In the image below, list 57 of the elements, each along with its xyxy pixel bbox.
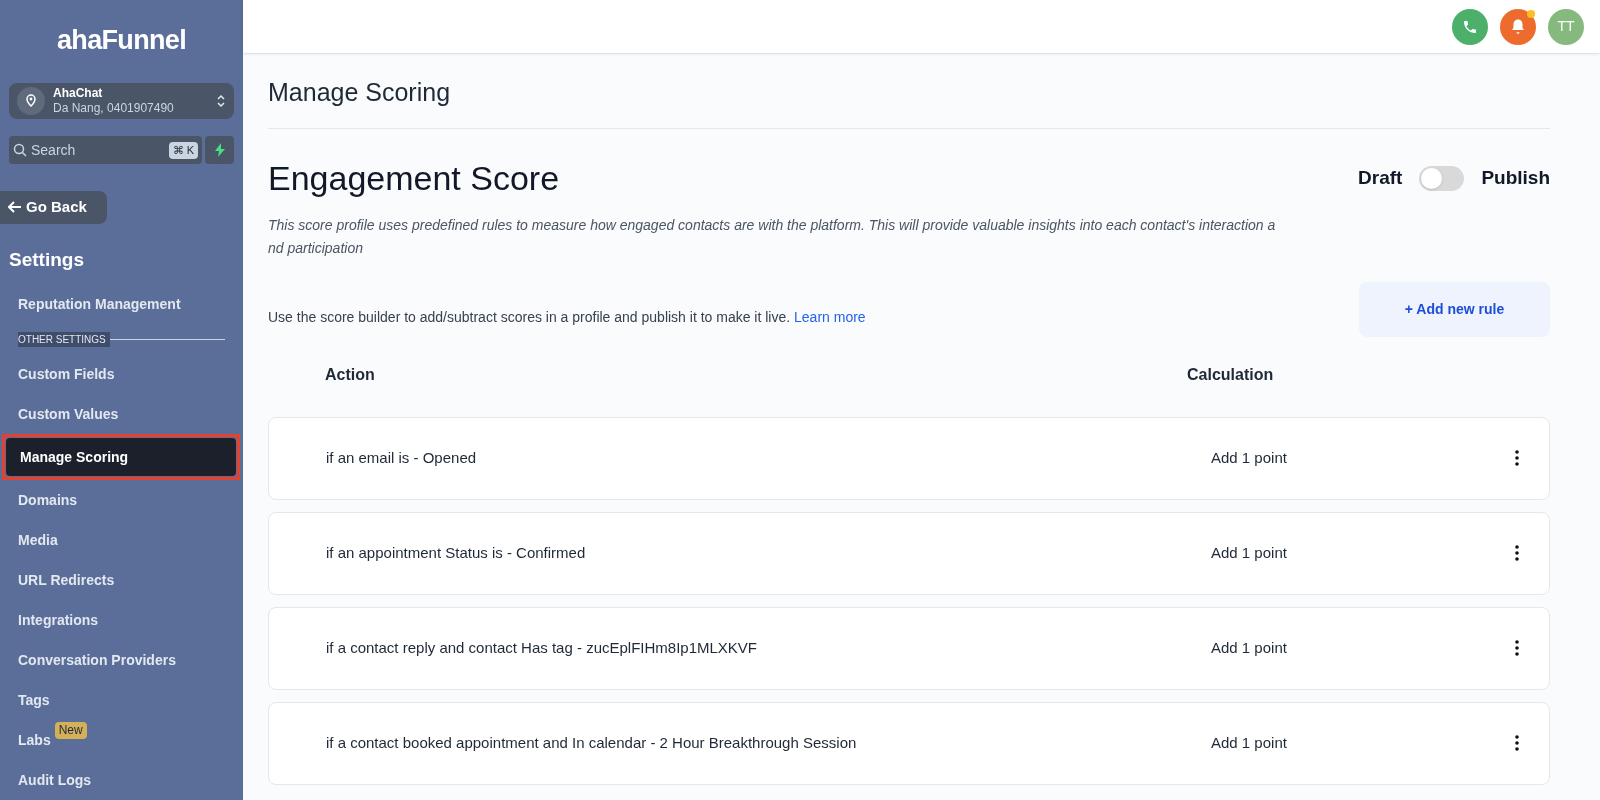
shortcut-hint: ⌘ K — [168, 142, 198, 159]
sidebar-item[interactable]: Custom Fields — [0, 354, 243, 394]
logo: ahaFunnel — [57, 24, 186, 57]
vertical-dots-icon — [1515, 545, 1519, 561]
sidebar-item[interactable]: Media — [0, 520, 243, 560]
phone-button[interactable] — [1452, 8, 1488, 45]
description: This score profile uses predefined rules to measure how engaged contacts are with the platform. This will provide valuable insights into each contact's interaction and participation — [268, 215, 1277, 258]
rule-calculation: Add 1 point — [1211, 637, 1288, 658]
sidebar-item[interactable]: URL Redirects — [0, 560, 243, 600]
account-switcher[interactable]: AhaChat Da Nang, 0401907490 — [9, 82, 234, 120]
sidebar-item[interactable]: Custom Values — [0, 394, 243, 434]
sidebar-item[interactable]: Labs — [0, 720, 51, 760]
vertical-dots-icon — [1515, 640, 1519, 656]
search-field[interactable]: Search ⌘ K — [9, 136, 202, 165]
publish-label: Publish — [1481, 165, 1550, 190]
sidebar-item[interactable]: Manage Scoring — [6, 438, 236, 476]
rule-calculation: Add 1 point — [1211, 447, 1288, 468]
column-header: Calculation — [1187, 364, 1274, 385]
user-avatar[interactable]: TT — [1548, 8, 1584, 45]
page-title: Manage Scoring — [268, 53, 1550, 129]
sidebar-item[interactable]: Audit Logs — [0, 760, 243, 800]
quick-action-button[interactable] — [205, 136, 234, 165]
rule-calculation: Add 1 point — [1211, 732, 1288, 753]
rule-calculation: Add 1 point — [1211, 542, 1288, 563]
new-badge: New — [54, 722, 87, 739]
sidebar-item[interactable]: Tags — [0, 680, 243, 720]
score-heading: Engagement Score — [268, 157, 560, 199]
phone-icon — [1462, 18, 1478, 35]
sidebar-item[interactable]: Reputation Management — [0, 284, 243, 324]
column-header: Action — [325, 364, 376, 385]
account-subtitle: Da Nang, 0401907490 — [53, 100, 175, 116]
bell-icon — [1509, 17, 1527, 36]
publish-toggle[interactable] — [1419, 165, 1465, 191]
rule-action: if an email is - Opened — [326, 447, 478, 468]
location-pin-icon — [17, 86, 45, 115]
sidebar-item[interactable]: Integrations — [0, 600, 243, 640]
sidebar-item[interactable]: Conversation Providers — [0, 640, 243, 680]
rule-action: if a contact booked appointment and In calendar - 2 Hour Breakthrough Session — [326, 732, 858, 753]
rule-action: if an appointment Status is - Confirmed — [326, 542, 587, 563]
section-label: OTHER SETTINGS — [18, 331, 110, 347]
vertical-dots-icon — [1515, 450, 1519, 466]
arrow-left-icon — [8, 201, 22, 214]
lightning-icon — [214, 143, 225, 158]
go-back-button[interactable]: Go Back — [0, 191, 107, 224]
notifications-button[interactable] — [1500, 8, 1536, 45]
learn-more-link[interactable]: Learn more — [794, 308, 866, 325]
search-icon — [13, 143, 27, 158]
chevron-up-down-icon — [216, 92, 226, 109]
section-title: Settings — [9, 247, 85, 272]
add-rule-button[interactable]: + Add new rule — [1359, 281, 1550, 337]
draft-label: Draft — [1358, 165, 1403, 190]
vertical-dots-icon — [1515, 735, 1519, 751]
hint-text: Use the score builder to add/subtract scores in a profile and publish it to make it live. Learn more — [268, 307, 866, 327]
account-name: AhaChat — [53, 85, 104, 101]
sidebar-item[interactable]: Domains — [0, 480, 243, 520]
rule-action: if a contact reply and contact Has tag - zucEplFIHm8Ip1MLXKVF — [326, 637, 759, 658]
search-input[interactable]: Search — [31, 139, 165, 161]
